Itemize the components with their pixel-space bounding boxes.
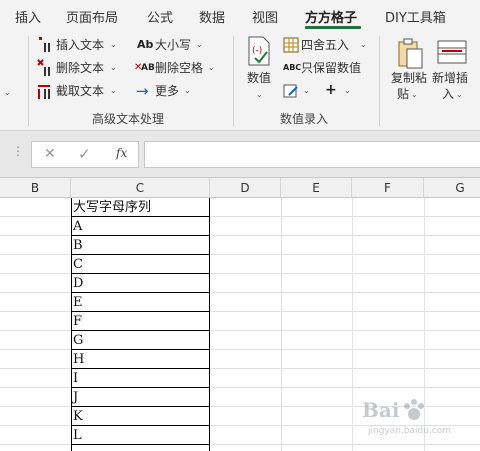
- group-separator: [28, 36, 29, 126]
- insert-rows-icon: [437, 40, 467, 64]
- chevron-down-icon: ⌄: [196, 40, 203, 49]
- group-separator: [233, 36, 234, 126]
- active-tab-indicator: [305, 26, 361, 29]
- cell-c5[interactable]: D: [73, 274, 83, 293]
- round-label: 四舍五入: [301, 38, 350, 52]
- chevron-down-icon: ⌄: [208, 63, 215, 72]
- cancel-button[interactable]: ✕: [44, 146, 56, 162]
- keep-value-label: 只保留数值: [301, 61, 362, 75]
- chevron-down-icon: ⌄: [110, 63, 117, 72]
- formula-input[interactable]: [144, 141, 480, 168]
- chevron-down-icon: ⌄: [110, 86, 117, 95]
- cell-c2[interactable]: A: [73, 217, 82, 236]
- delete-text-label: 删除文本: [56, 61, 105, 75]
- tab-data[interactable]: 数据: [199, 7, 225, 26]
- cell-c10[interactable]: I: [73, 369, 78, 388]
- keep-value-icon: ABC: [283, 63, 302, 72]
- group-separator: [379, 36, 380, 126]
- tab-formulas[interactable]: 公式: [147, 7, 173, 26]
- confirm-button[interactable]: ✓: [78, 145, 91, 163]
- cell-c1-header[interactable]: 大写字母序列: [73, 198, 151, 217]
- cell-c11[interactable]: J: [73, 388, 78, 407]
- cell-c13[interactable]: L: [73, 426, 82, 445]
- new-insert-label-1: 新增插: [432, 71, 469, 85]
- insert-function-button[interactable]: fx: [116, 146, 127, 160]
- tab-insert[interactable]: 插入: [15, 7, 41, 26]
- watermark-subtext: jingyan.baidu.com: [368, 426, 452, 436]
- tab-diy-toolbox[interactable]: DIY工具箱: [385, 7, 446, 26]
- chevron-down-icon: ⌄: [256, 90, 263, 99]
- column-header-d[interactable]: D: [210, 178, 281, 198]
- chevron-down-icon: ⌄: [456, 90, 463, 99]
- group-label-number: 数值录入: [280, 112, 329, 126]
- cell-c9[interactable]: H: [73, 350, 84, 369]
- arrow-right-icon: →: [136, 82, 149, 100]
- cut-text-icon: [38, 85, 50, 99]
- cut-text-label: 截取文本: [56, 84, 105, 98]
- ribbon: ⌄ 插入文本 ⌄ 删除文本 ⌄ 截取文本 ⌄ Ab 大小写 ⌄ ✕ AB 删除空…: [0, 30, 480, 131]
- round-icon: [283, 37, 299, 53]
- tab-fangfang[interactable]: 方方格子: [305, 7, 357, 26]
- delete-text-icon: [37, 59, 50, 76]
- watermark-text: Bai: [362, 398, 400, 422]
- cell-c8[interactable]: G: [73, 331, 83, 350]
- copy-paste-label-2: 贴: [397, 87, 410, 101]
- ribbon-tab-bar: 插入 页面布局 公式 数据 视图 方方格子 DIY工具箱: [0, 0, 480, 30]
- case-label: 大小写: [155, 38, 192, 52]
- column-header-b[interactable]: B: [0, 178, 71, 198]
- plus-icon: +: [325, 82, 337, 98]
- chevron-down-icon: ⌄: [360, 40, 367, 49]
- insert-text-icon: [39, 37, 50, 52]
- formula-bar: ⋮ ✕ ✓ fx: [0, 131, 480, 178]
- grip-handle-icon[interactable]: ⋮: [12, 144, 24, 158]
- value-label: 数值: [247, 71, 272, 85]
- delete-space-label: 删除空格: [155, 61, 204, 75]
- new-insert-label-2: 入: [442, 87, 455, 101]
- value-icon: (-): [248, 36, 270, 66]
- cell-c12[interactable]: K: [73, 407, 83, 426]
- case-icon: Ab: [137, 38, 154, 51]
- delete-space-icon: AB: [141, 63, 155, 73]
- edit-cell-icon: [283, 84, 298, 98]
- insert-text-label: 插入文本: [56, 38, 105, 52]
- svg-text:(-): (-): [252, 46, 262, 56]
- column-headers: B C D E F G: [0, 178, 480, 198]
- paw-icon: [404, 399, 424, 420]
- copy-paste-label-1: 复制粘: [391, 71, 428, 85]
- clipboard-icon: [398, 38, 423, 69]
- chevron-down-icon: ⌄: [184, 86, 191, 95]
- collapsed-group-caret[interactable]: ⌄: [4, 84, 11, 102]
- chevron-down-icon: ⌄: [344, 86, 351, 95]
- column-header-g[interactable]: G: [424, 178, 480, 198]
- more-label: 更多: [155, 84, 180, 98]
- tab-view[interactable]: 视图: [252, 7, 278, 26]
- cell-c4[interactable]: C: [73, 255, 83, 274]
- cell-c7[interactable]: F: [73, 312, 82, 331]
- column-header-e[interactable]: E: [281, 178, 352, 198]
- column-header-f[interactable]: F: [352, 178, 424, 198]
- column-header-c[interactable]: C: [71, 178, 210, 198]
- formula-buttons: ✕ ✓ fx: [31, 141, 139, 168]
- chevron-down-icon: ⌄: [303, 86, 310, 95]
- group-label-text: 高级文本处理: [92, 112, 165, 126]
- tab-page-layout[interactable]: 页面布局: [66, 7, 118, 26]
- chevron-down-icon: ⌄: [411, 90, 418, 99]
- cell-c6[interactable]: E: [73, 293, 83, 312]
- chevron-down-icon: ⌄: [110, 40, 117, 49]
- cell-c3[interactable]: B: [73, 236, 83, 255]
